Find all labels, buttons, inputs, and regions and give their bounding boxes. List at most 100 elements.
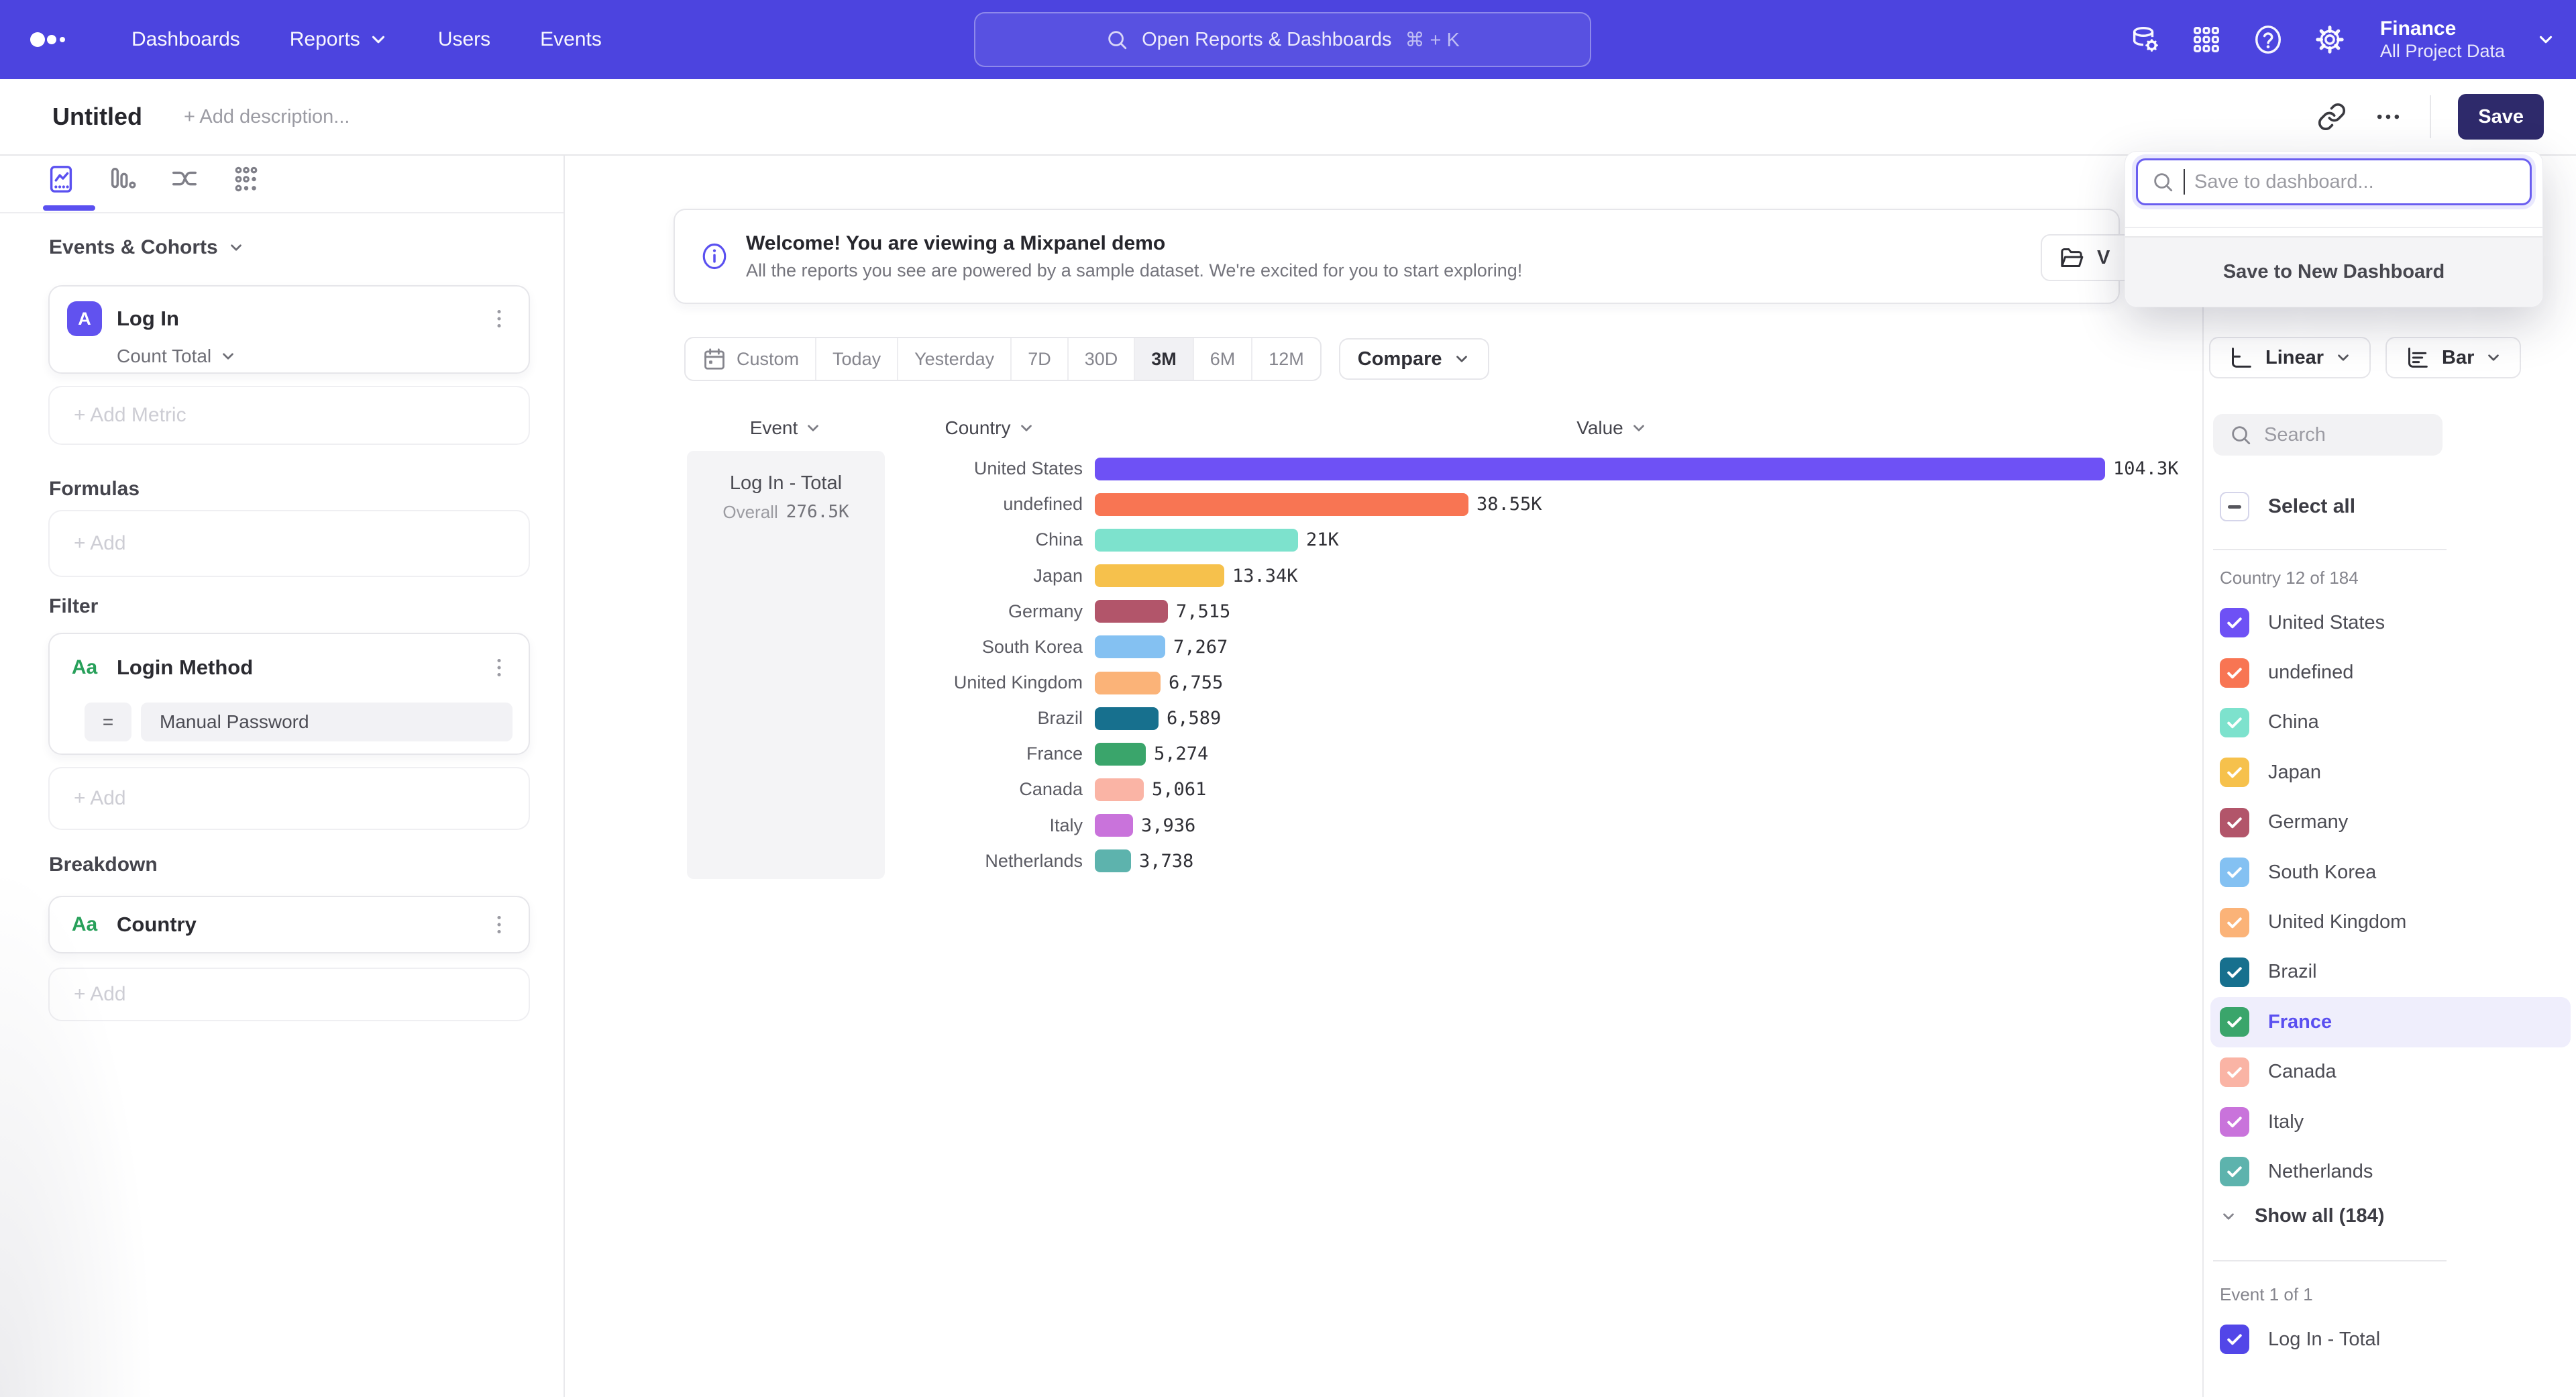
range-7d[interactable]: 7D (1010, 338, 1067, 380)
range-3m[interactable]: 3M (1134, 338, 1193, 380)
filter-card-login-method[interactable]: Aa Login Method = Manual Password (48, 633, 530, 755)
apps-grid-icon[interactable] (2191, 24, 2222, 55)
chart-bar[interactable] (1095, 743, 1146, 766)
compare-button[interactable]: Compare (1339, 338, 1489, 380)
country-checkbox[interactable] (2220, 708, 2249, 737)
chart-bar[interactable] (1095, 564, 1224, 587)
country-checkbox[interactable] (2220, 858, 2249, 887)
nav-events[interactable]: Events (540, 28, 602, 51)
range-yesterday[interactable]: Yesterday (897, 338, 1010, 380)
kebab-menu-icon[interactable] (487, 910, 511, 939)
chart-bar[interactable] (1095, 707, 1159, 730)
range-custom[interactable]: Custom (686, 338, 815, 380)
nav-users[interactable]: Users (438, 28, 490, 51)
event-filter-item[interactable]: Log In - Total (2220, 1325, 2380, 1354)
range-12m[interactable]: 12M (1251, 338, 1320, 380)
country-checkbox[interactable] (2220, 758, 2249, 787)
chart-bar-value: 38.55K (1477, 494, 1542, 515)
events-cohorts-section-label[interactable]: Events & Cohorts (49, 236, 245, 259)
country-filter-item[interactable]: Brazil (2210, 947, 2571, 997)
chart-bar[interactable] (1095, 814, 1133, 837)
chart-bar[interactable] (1095, 600, 1168, 623)
range-6m[interactable]: 6M (1193, 338, 1252, 380)
filter-value[interactable]: Manual Password (141, 703, 513, 741)
country-checkbox[interactable] (2220, 908, 2249, 937)
panel-search-input[interactable]: Search (2213, 414, 2443, 456)
country-checkbox[interactable] (2220, 808, 2249, 837)
aggregation-selector[interactable]: Count Total (117, 346, 529, 367)
settings-gear-icon[interactable] (2314, 24, 2345, 55)
save-button[interactable]: Save (2458, 94, 2544, 140)
value-column-header[interactable]: Value (1107, 417, 2117, 439)
copy-link-icon[interactable] (2317, 102, 2347, 132)
project-selector[interactable]: Finance All Project Data (2380, 17, 2505, 62)
report-title[interactable]: Untitled (52, 103, 142, 131)
country-filter-item[interactable]: undefined (2210, 648, 2571, 697)
add-breakdown-button[interactable]: + Add (48, 968, 530, 1021)
country-column-header[interactable]: Country (885, 417, 1095, 439)
tab-retention-icon[interactable] (231, 164, 262, 195)
country-filter-item[interactable]: France (2210, 997, 2571, 1047)
select-all-row[interactable]: Select all (2220, 492, 2355, 521)
metric-card-login[interactable]: A Log In Count Total (48, 285, 530, 374)
country-filter-item[interactable]: Canada (2210, 1047, 2571, 1097)
breakdown-card-country[interactable]: Aa Country (48, 896, 530, 953)
global-search-button[interactable]: Open Reports & Dashboards ⌘ + K (974, 12, 1591, 67)
add-formula-button[interactable]: + Add (48, 510, 530, 577)
country-filter-item[interactable]: Germany (2210, 798, 2571, 847)
chart-bar[interactable] (1095, 849, 1131, 872)
country-filter-item[interactable]: Italy (2210, 1097, 2571, 1147)
chart-bar[interactable] (1095, 778, 1144, 801)
add-filter-button[interactable]: + Add (48, 767, 530, 830)
select-all-checkbox[interactable] (2220, 492, 2249, 521)
country-filter-item[interactable]: United Kingdom (2210, 897, 2571, 947)
country-checkbox[interactable] (2220, 958, 2249, 987)
country-filter-item[interactable]: Japan (2210, 747, 2571, 797)
kebab-menu-icon[interactable] (487, 304, 511, 333)
country-checkbox[interactable] (2220, 658, 2249, 688)
data-management-icon[interactable] (2129, 24, 2160, 55)
chart-bar[interactable] (1095, 493, 1468, 516)
add-metric-button[interactable]: + Add Metric (48, 386, 530, 445)
range-30d[interactable]: 30D (1067, 338, 1134, 380)
country-checkbox[interactable] (2220, 608, 2249, 637)
save-to-new-dashboard-button[interactable]: Save to New Dashboard (2125, 236, 2542, 307)
range-today[interactable]: Today (815, 338, 897, 380)
country-checkbox[interactable] (2220, 1057, 2249, 1087)
country-checkbox[interactable] (2220, 1107, 2249, 1137)
event-checkbox[interactable] (2220, 1325, 2249, 1354)
country-filter-item[interactable]: United States (2210, 598, 2571, 648)
show-all-button[interactable]: Show all (184) (2220, 1205, 2384, 1227)
country-filter-item[interactable]: South Korea (2210, 847, 2571, 897)
kebab-menu-icon[interactable] (487, 653, 511, 682)
scale-selector[interactable]: Linear (2209, 337, 2371, 378)
tab-insights-icon[interactable] (46, 164, 76, 195)
country-checkbox[interactable] (2220, 1157, 2249, 1186)
filter-operator[interactable]: = (85, 703, 131, 741)
check-icon (2224, 862, 2245, 882)
chevron-down-icon[interactable] (2536, 30, 2556, 50)
event-column-header[interactable]: Event (687, 417, 885, 439)
tab-flows-icon[interactable] (169, 164, 200, 195)
chart-bar[interactable] (1095, 529, 1298, 552)
country-checkbox[interactable] (2220, 1007, 2249, 1037)
chart-bar[interactable] (1095, 458, 2105, 480)
chart-type-selector[interactable]: Bar (2385, 337, 2521, 378)
country-filter-item[interactable]: China (2210, 698, 2571, 747)
more-options-icon[interactable] (2373, 102, 2403, 132)
nav-dashboards[interactable]: Dashboards (131, 28, 240, 51)
chart-bar[interactable] (1095, 635, 1165, 658)
tab-funnels-icon[interactable] (107, 164, 138, 195)
save-dashboard-search-input[interactable]: Save to dashboard... (2136, 158, 2532, 205)
mixpanel-insights-page: Dashboards Reports Users Events Open Rep… (0, 0, 2576, 1397)
help-icon[interactable] (2253, 24, 2284, 55)
add-description-field[interactable]: + Add description... (184, 106, 350, 128)
chart-bar-value: 21K (1306, 529, 1339, 550)
chart-bar[interactable] (1095, 672, 1161, 694)
country-filter-item[interactable]: Netherlands (2210, 1147, 2571, 1196)
event-series-cell[interactable]: Log In - Total Overall 276.5K (687, 451, 885, 879)
chart-row: Canada 5,061 (885, 772, 2186, 807)
mixpanel-logo-icon[interactable] (30, 26, 70, 53)
nav-reports[interactable]: Reports (290, 28, 388, 51)
bar-chart-icon (2404, 344, 2431, 371)
